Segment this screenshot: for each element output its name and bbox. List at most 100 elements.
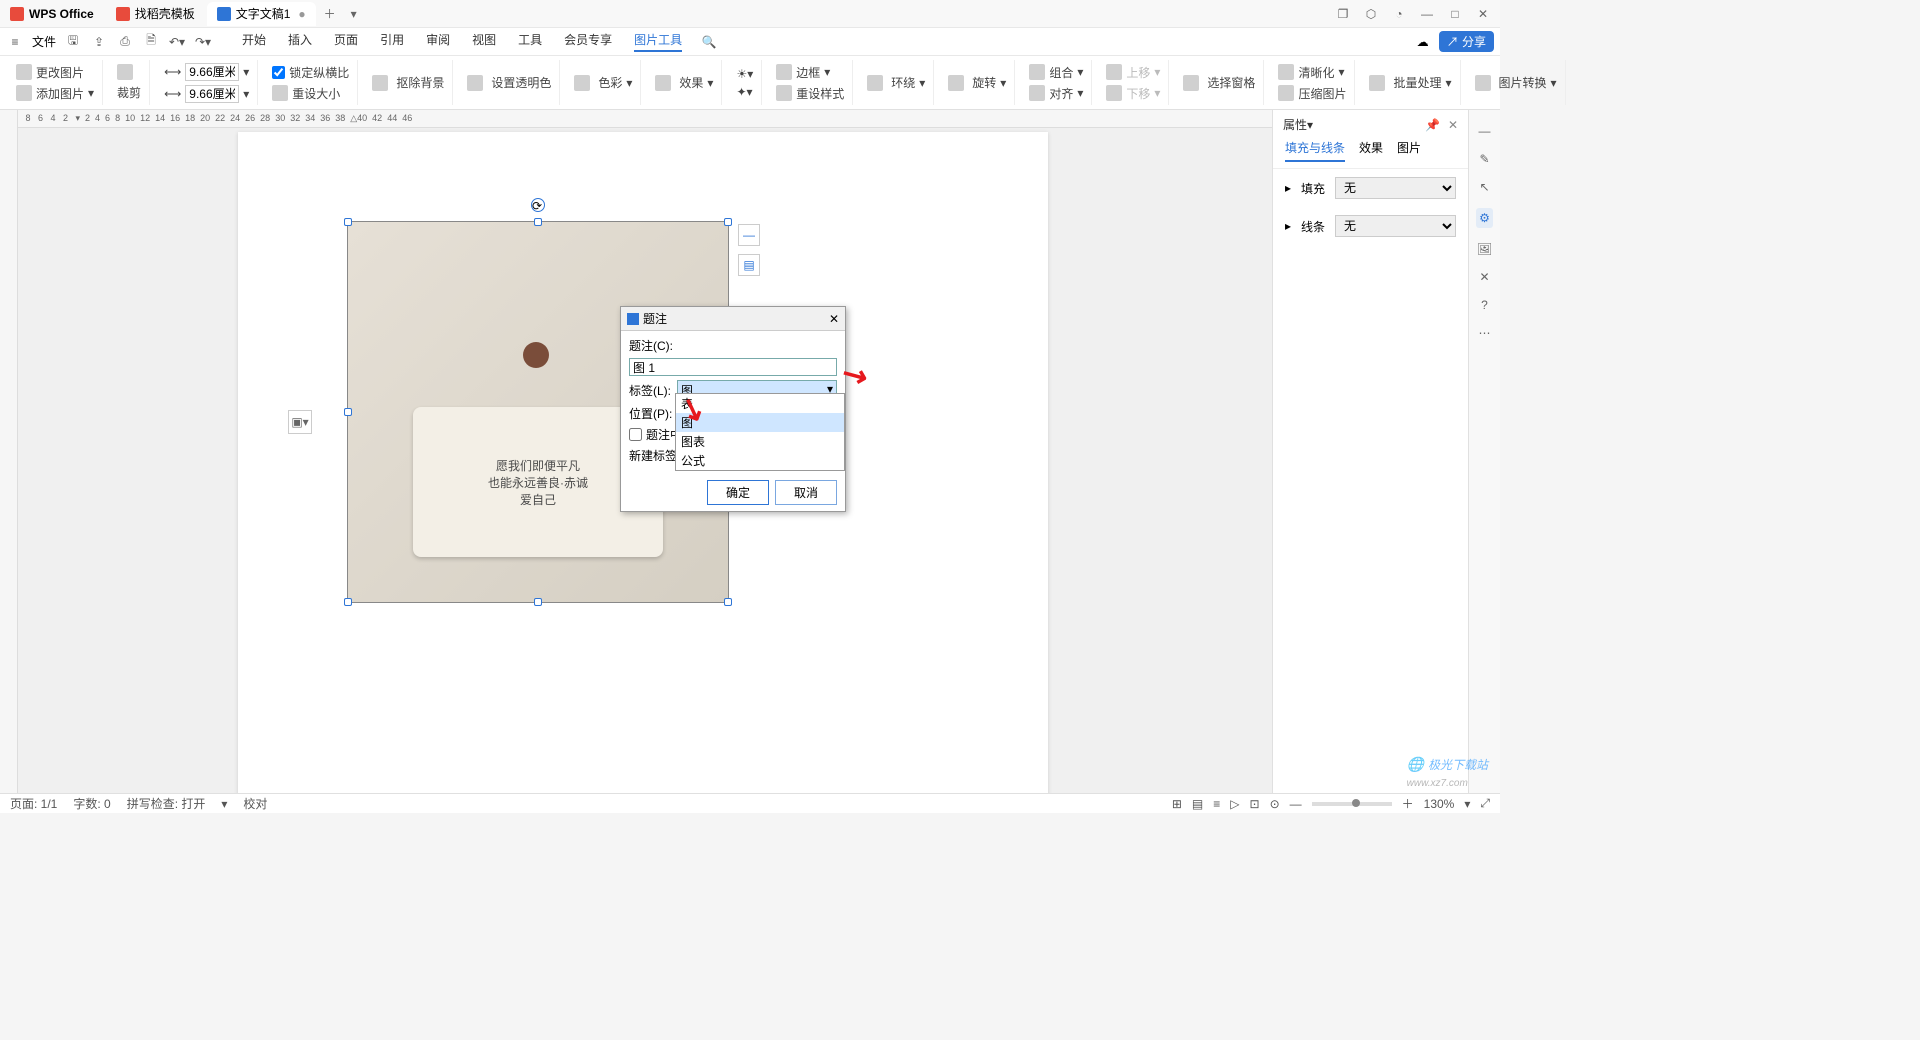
cloud-sync-icon[interactable]: ☁ <box>1417 35 1429 49</box>
view-mode-5-icon[interactable]: ⊡ <box>1250 797 1260 811</box>
fullscreen-icon[interactable]: ⤢ <box>1480 796 1490 811</box>
lock-ratio-input[interactable] <box>272 66 285 79</box>
view-mode-2-icon[interactable]: ▤ <box>1192 797 1203 811</box>
tab-close-icon[interactable]: ● <box>298 7 305 21</box>
help-tool-icon[interactable]: ? <box>1481 298 1488 312</box>
zoom-in-button[interactable]: ＋ <box>1402 795 1414 812</box>
line-expand-icon[interactable]: ▸ <box>1285 219 1291 233</box>
resize-handle-sw[interactable] <box>344 598 352 606</box>
tab-view[interactable]: 视图 <box>472 31 496 52</box>
resize-handle-ne[interactable] <box>724 218 732 226</box>
dialog-cancel-button[interactable]: 取消 <box>775 480 837 505</box>
width-field[interactable]: ⟷ ▾ <box>164 63 249 81</box>
view-mode-4-icon[interactable]: ▷ <box>1230 797 1239 811</box>
rotate-handle[interactable]: ⟳ <box>531 198 545 212</box>
height-input[interactable] <box>185 85 239 103</box>
resize-handle-s[interactable] <box>534 598 542 606</box>
reset-size-button[interactable]: 重设大小 <box>272 85 349 102</box>
fill-select[interactable]: 无 <box>1335 177 1456 199</box>
close-panel-icon[interactable]: ✕ <box>1448 118 1458 132</box>
panel-tab-picture[interactable]: 图片 <box>1397 139 1421 162</box>
redo-icon[interactable]: ↷▾ <box>194 33 212 51</box>
user-avatar-icon[interactable]: ◔ <box>1390 7 1408 21</box>
more-tool-icon[interactable]: ⋯ <box>1479 326 1491 340</box>
view-mode-3-icon[interactable]: ≡ <box>1213 797 1220 811</box>
search-icon[interactable]: 🔍 <box>700 33 718 51</box>
spellcheck-status[interactable]: 拼写检查: 打开 <box>127 795 206 812</box>
panel-tab-fill[interactable]: 填充与线条 <box>1285 139 1345 162</box>
tab-list-button[interactable]: ▾ <box>342 7 366 21</box>
selection-pane-button[interactable]: 选择窗格 <box>1183 74 1255 91</box>
line-select[interactable]: 无 <box>1335 215 1456 237</box>
sharpen-button[interactable]: ✦▾ <box>736 85 753 99</box>
preview-icon[interactable]: 🗎 <box>142 33 160 51</box>
wrap-button[interactable]: 环绕▾ <box>867 74 925 91</box>
caption-checkbox[interactable] <box>629 428 642 441</box>
set-transparent-button[interactable]: 设置透明色 <box>467 74 551 91</box>
page-indicator-icon[interactable]: ▣▾ <box>288 410 312 434</box>
crop-button[interactable] <box>117 64 141 80</box>
fill-expand-icon[interactable]: ▸ <box>1285 181 1291 195</box>
change-picture-button[interactable]: 更改图片 <box>16 64 94 81</box>
new-label-button[interactable]: 新建标签 <box>629 447 677 464</box>
combine-button[interactable]: 组合▾ <box>1029 64 1083 81</box>
new-tab-button[interactable]: ＋ <box>318 5 342 22</box>
resize-handle-nw[interactable] <box>344 218 352 226</box>
settings-tool-icon[interactable]: ⚙ <box>1476 208 1493 228</box>
rotate-button[interactable]: 旋转▾ <box>948 74 1006 91</box>
resize-handle-n[interactable] <box>534 218 542 226</box>
add-picture-button[interactable]: 添加图片▾ <box>16 85 94 102</box>
close-button[interactable]: ✕ <box>1474 7 1492 21</box>
lock-ratio-checkbox[interactable]: 锁定纵横比 <box>272 64 349 81</box>
zoom-out-button[interactable]: — <box>1290 797 1302 811</box>
effect-button[interactable]: 效果▾ <box>655 74 713 91</box>
proof-status[interactable]: 校对 <box>243 795 267 812</box>
align-button[interactable]: 对齐▾ <box>1029 85 1083 102</box>
brightness-button[interactable]: ☀▾ <box>736 67 753 81</box>
resize-handle-se[interactable] <box>724 598 732 606</box>
tab-reference[interactable]: 引用 <box>380 31 404 52</box>
zoom-slider[interactable] <box>1312 802 1392 806</box>
file-menu[interactable]: 文件 <box>32 33 56 50</box>
collapse-panel-icon[interactable]: — <box>1479 124 1491 138</box>
tab-page[interactable]: 页面 <box>334 31 358 52</box>
color-button[interactable]: 色彩▾ <box>574 74 632 91</box>
feature-icon[interactable]: ⬡ <box>1362 7 1380 21</box>
tab-tools[interactable]: 工具 <box>518 31 542 52</box>
export-icon[interactable]: ⇪ <box>90 33 108 51</box>
maximize-button[interactable]: □ <box>1446 7 1464 21</box>
image-tool-icon[interactable]: 🖼 <box>1477 242 1492 256</box>
crop-label[interactable]: 裁剪 <box>117 84 141 101</box>
tag-option-chart[interactable]: 图表 <box>676 432 844 451</box>
share-button[interactable]: ↗ 分享 <box>1439 31 1494 52</box>
dialog-ok-button[interactable]: 确定 <box>707 480 769 505</box>
dialog-close-icon[interactable]: ✕ <box>829 312 839 326</box>
undo-icon[interactable]: ↶▾ <box>168 33 186 51</box>
tag-option-figure[interactable]: 图 <box>676 413 844 432</box>
print-icon[interactable]: ⎙ <box>116 33 134 51</box>
fit-width-icon[interactable]: ⊙ <box>1270 797 1280 811</box>
layout-option-1[interactable]: — <box>738 224 760 246</box>
tab-picture-tools[interactable]: 图片工具 <box>634 31 682 52</box>
panel-tab-effect[interactable]: 效果 <box>1359 139 1383 162</box>
measure-tool-icon[interactable]: ✕ <box>1479 270 1489 284</box>
remove-bg-button[interactable]: 抠除背景 <box>372 74 444 91</box>
tag-option-formula[interactable]: 公式 <box>676 451 844 470</box>
tag-option-table[interactable]: 表 <box>676 394 844 413</box>
caption-input[interactable] <box>629 358 837 376</box>
resize-handle-w[interactable] <box>344 408 352 416</box>
layout-option-2[interactable]: ▤ <box>738 254 760 276</box>
edit-tool-icon[interactable]: ✎ <box>1479 152 1489 166</box>
word-count[interactable]: 字数: 0 <box>73 795 110 812</box>
convert-button[interactable]: 图片转换▾ <box>1475 74 1557 91</box>
save-icon[interactable]: 🖫 <box>64 33 82 51</box>
reset-style-button[interactable]: 重设样式 <box>776 85 844 102</box>
tab-member[interactable]: 会员专享 <box>564 31 612 52</box>
zoom-value[interactable]: 130% <box>1424 797 1455 811</box>
border-button[interactable]: 边框▾ <box>776 64 844 81</box>
tab-review[interactable]: 审阅 <box>426 31 450 52</box>
minimize-button[interactable]: — <box>1418 7 1436 21</box>
clarity-button[interactable]: 清晰化▾ <box>1278 64 1346 81</box>
compress-button[interactable]: 压缩图片 <box>1278 85 1346 102</box>
view-mode-1-icon[interactable]: ⊞ <box>1172 797 1182 811</box>
